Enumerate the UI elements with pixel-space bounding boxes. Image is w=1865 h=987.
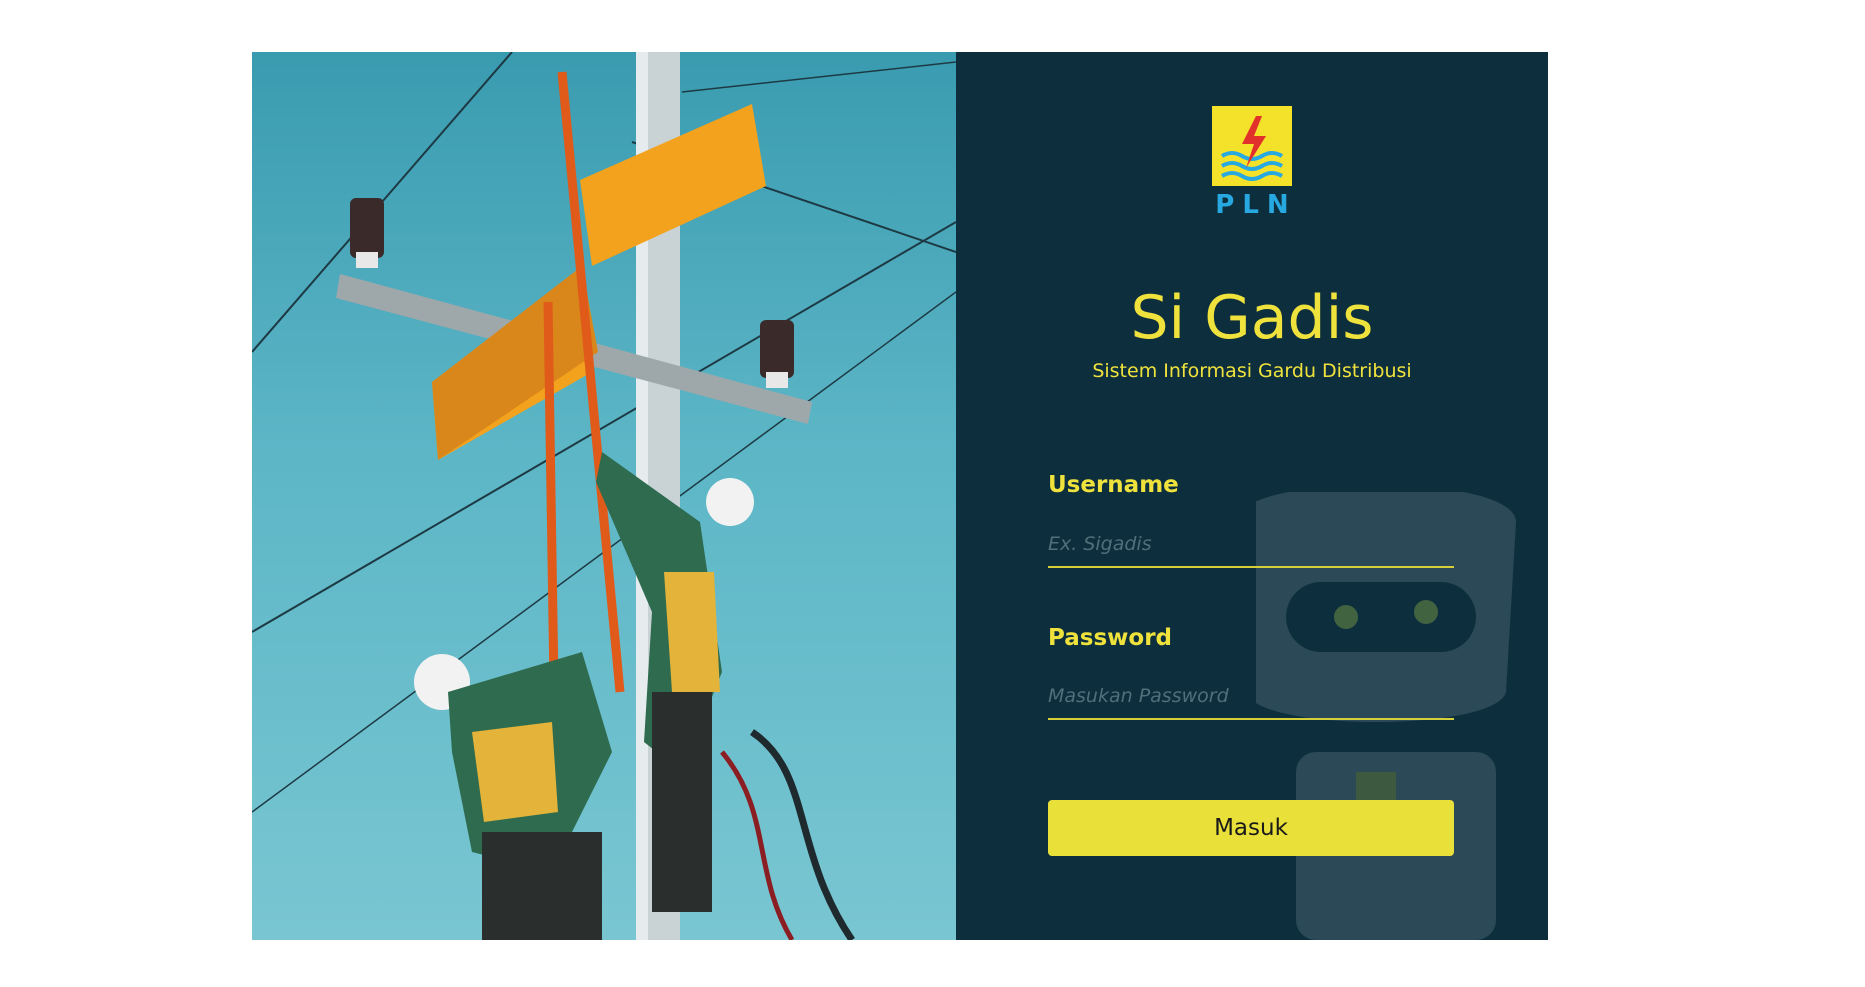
- login-button[interactable]: Masuk: [1048, 800, 1454, 856]
- password-label: Password: [1048, 625, 1172, 651]
- password-input[interactable]: [1048, 674, 1454, 720]
- username-label: Username: [1048, 472, 1179, 498]
- page-title: Si Gadis: [1130, 283, 1374, 353]
- login-card: PLN Si Gadis Sistem Informasi Gardu Dist…: [252, 52, 1548, 940]
- pln-logo-icon: [1212, 106, 1292, 186]
- logo-wordmark: PLN: [1215, 190, 1297, 220]
- username-input[interactable]: [1048, 522, 1454, 568]
- hero-photo: [252, 52, 956, 940]
- login-panel: PLN Si Gadis Sistem Informasi Gardu Dist…: [956, 52, 1548, 940]
- utility-workers-illustration: [252, 52, 956, 940]
- page-subtitle: Sistem Informasi Gardu Distribusi: [1092, 360, 1412, 382]
